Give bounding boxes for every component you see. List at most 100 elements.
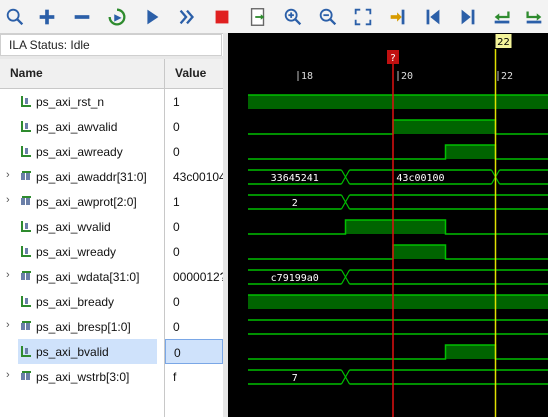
zoom-fit-icon [354, 8, 372, 26]
bit-signal-icon [21, 346, 31, 357]
signal-row[interactable]: ps_axi_wvalid [0, 214, 164, 239]
signal-row[interactable]: › ps_axi_awaddr[31:0] [0, 164, 164, 189]
wave-high-fill [445, 345, 496, 359]
value-column-header[interactable]: Value [165, 59, 223, 89]
signal-value: 0 [173, 145, 180, 159]
signal-value: 0000012? [173, 270, 223, 284]
signal-value-list: 1 0 0 43c00104 1 0 0 0000012? 0 0 0 f [165, 89, 223, 417]
signal-row[interactable]: ps_axi_awready [0, 139, 164, 164]
go-to-end-button[interactable] [456, 5, 480, 29]
bus-signal-icon [21, 271, 31, 280]
bus-signal-icon [21, 196, 31, 205]
signal-value: 43c00104 [173, 170, 223, 184]
wave-high-fill [248, 295, 548, 309]
waveform-canvas[interactable]: 18 20 22 33645241 43c00100 2 c79199a0 7? 22 [228, 33, 548, 417]
signal-name: ps_axi_bresp[1:0] [36, 320, 131, 334]
signal-row[interactable]: ps_axi_rst_n [0, 89, 164, 114]
bus-value-label: 2 [292, 198, 298, 209]
time-tick-label: 20 [401, 71, 413, 82]
bit-signal-icon [21, 246, 31, 257]
trigger-marker-label: ? [390, 53, 395, 64]
signal-value-cell: 0 [165, 214, 223, 239]
signal-name: ps_axi_wready [36, 245, 117, 259]
bit-signal-icon [21, 121, 31, 132]
wave-high-fill [248, 95, 448, 109]
fast-forward-button[interactable] [175, 5, 199, 29]
bus-signal-icon [21, 371, 31, 380]
signal-row[interactable]: ps_axi_bready [0, 289, 164, 314]
time-tick-label: 18 [301, 71, 313, 82]
go-to-cursor-button[interactable] [386, 5, 410, 29]
signal-value-cell: 0 [165, 339, 223, 364]
signal-name: ps_axi_awvalid [36, 120, 118, 134]
wave-high-fill [393, 245, 446, 259]
zoom-out-icon [319, 8, 337, 26]
bus-signal-icon [21, 171, 31, 180]
signal-row[interactable]: › ps_axi_wdata[31:0] [0, 264, 164, 289]
signal-value: 0 [173, 220, 180, 234]
go-to-start-button[interactable] [421, 5, 445, 29]
signal-name: ps_axi_awaddr[31:0] [36, 170, 147, 184]
signal-value: f [173, 370, 177, 384]
bit-signal-icon [21, 96, 31, 107]
search-button[interactable] [3, 5, 27, 29]
run-button[interactable] [140, 5, 164, 29]
signal-name-list: ps_axi_rst_n ps_axi_awvalid ps_axi_awready… [0, 89, 164, 417]
go-to-start-icon [426, 9, 440, 25]
expand-chevron-icon[interactable]: › [6, 319, 10, 331]
expand-chevron-icon[interactable]: › [6, 369, 10, 381]
cursor-label: 22 [497, 37, 510, 48]
stop-button[interactable] [210, 5, 234, 29]
signal-value: 0 [174, 346, 181, 360]
wave-high-fill [393, 120, 496, 134]
signal-name: ps_axi_bready [36, 295, 115, 309]
previous-transition-icon [494, 11, 510, 24]
expand-chevron-icon[interactable]: › [6, 269, 10, 281]
next-transition-icon [526, 11, 542, 24]
signal-value: 0 [173, 245, 180, 259]
bit-signal-icon [21, 296, 31, 307]
ila-status: ILA Status: Idle [0, 34, 222, 56]
run-icon [147, 9, 159, 25]
bit-waveform [248, 144, 548, 160]
signal-row[interactable]: › ps_axi_bresp[1:0] [0, 314, 164, 339]
expand-chevron-icon[interactable]: › [6, 194, 10, 206]
signal-value: 1 [173, 195, 180, 209]
signal-value-cell: 0 [165, 239, 223, 264]
plus-icon [39, 9, 55, 25]
signal-name: ps_axi_awready [36, 145, 123, 159]
signal-name: ps_axi_rst_n [36, 95, 105, 109]
signal-row[interactable]: ps_axi_awvalid [0, 114, 164, 139]
signal-value: 0 [173, 295, 180, 309]
export-button[interactable] [246, 5, 270, 29]
run-trigger-immediate-button[interactable] [105, 5, 129, 29]
signal-row[interactable]: › ps_axi_awprot[2:0] [0, 189, 164, 214]
previous-transition-button[interactable] [490, 5, 514, 29]
plus-button[interactable] [35, 5, 59, 29]
fast-forward-icon [179, 9, 195, 25]
bit-signal-icon [21, 146, 31, 157]
bus-signal-icon [21, 321, 31, 330]
signal-row[interactable]: ps_axi_wready [0, 239, 164, 264]
waveform-area[interactable]: 18 20 22 33645241 43c00100 2 c79199a0 7? 22 [228, 33, 548, 417]
zoom-fit-button[interactable] [351, 5, 375, 29]
signal-value: 1 [173, 95, 180, 109]
signal-row[interactable]: ps_axi_bvalid [18, 339, 157, 364]
wave-high-fill [448, 95, 548, 109]
signal-name: ps_axi_bvalid [36, 345, 109, 359]
expand-chevron-icon[interactable]: › [6, 169, 10, 181]
export-icon [250, 8, 265, 26]
zoom-out-button[interactable] [316, 5, 340, 29]
zoom-in-icon [284, 8, 302, 26]
name-column-header[interactable]: Name [0, 59, 164, 89]
signal-value-cell: 0000012? [165, 264, 223, 289]
signal-value-cell: 1 [165, 189, 223, 214]
minus-icon [74, 15, 90, 19]
signal-name: ps_axi_wdata[31:0] [36, 270, 140, 284]
signal-row[interactable]: › ps_axi_wstrb[3:0] [0, 364, 164, 389]
stop-icon [215, 10, 229, 24]
zoom-in-button[interactable] [281, 5, 305, 29]
bus-value-label: c79199a0 [271, 273, 319, 284]
next-transition-button[interactable] [522, 5, 546, 29]
minus-button[interactable] [70, 5, 94, 29]
